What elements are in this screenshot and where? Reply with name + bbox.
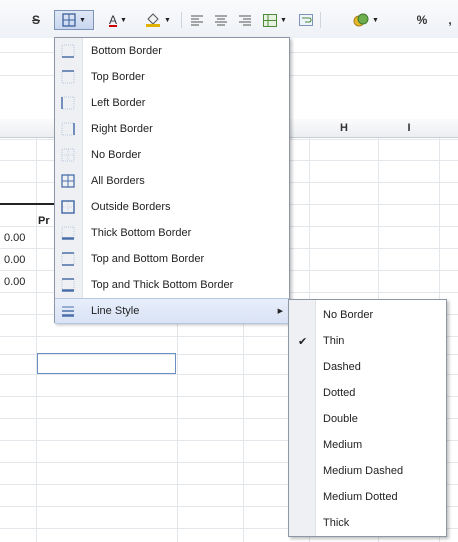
column-label: I (407, 122, 411, 134)
borders-menu: Bottom Border Top Border Left Border Rig… (54, 37, 290, 324)
thick-bottom-border-icon (61, 226, 75, 240)
column-header-h[interactable]: H (310, 119, 378, 138)
menu-item-label: Medium Dotted (323, 491, 398, 503)
line-style-thin[interactable]: ✔ Thin (289, 328, 446, 354)
no-border-icon (61, 148, 75, 162)
comma-label: , (448, 13, 452, 27)
menu-item-thick-bottom-border[interactable]: Thick Bottom Border (55, 220, 289, 246)
menu-item-line-style[interactable]: Line Style ▶ (55, 298, 289, 324)
fill-color-button[interactable]: ▼ (140, 10, 176, 30)
all-borders-icon (62, 13, 76, 27)
menu-item-label: Line Style (91, 305, 140, 317)
selected-cell[interactable] (37, 353, 176, 374)
column-label: H (340, 122, 348, 134)
chevron-down-icon: ▼ (120, 16, 127, 24)
menu-item-label: Right Border (91, 123, 153, 135)
align-center-button[interactable] (213, 10, 229, 30)
chevron-down-icon: ▼ (79, 16, 86, 24)
cell-value[interactable]: 0.00 (4, 254, 25, 266)
align-left-icon (191, 15, 203, 25)
menu-item-label: No Border (323, 309, 374, 321)
top-thick-bottom-border-icon (61, 278, 75, 292)
chevron-down-icon: ▼ (164, 16, 171, 24)
font-color-button[interactable]: A ▼ (101, 10, 135, 30)
align-right-icon (239, 15, 251, 25)
chevron-down-icon: ▼ (372, 16, 379, 24)
top-bottom-border-icon (61, 252, 75, 266)
outside-borders-icon (61, 200, 75, 214)
strikethrough-icon: S (31, 13, 40, 27)
menu-item-label: Double (323, 413, 358, 425)
menu-item-label: Left Border (91, 97, 146, 109)
column-header-i[interactable]: I (379, 119, 439, 138)
toolbar-divider (181, 12, 182, 28)
cell-value[interactable]: 0.00 (4, 276, 25, 288)
currency-format-button[interactable]: ▼ (348, 10, 384, 30)
all-borders-icon (61, 174, 75, 188)
comma-format-button[interactable]: , (445, 10, 455, 30)
menu-item-label: Medium Dashed (323, 465, 404, 477)
line-style-no-border[interactable]: No Border (289, 302, 446, 328)
menu-item-all-borders[interactable]: All Borders (55, 168, 289, 194)
top-border-icon (61, 70, 75, 84)
menu-item-label: Bottom Border (91, 45, 162, 57)
menu-item-no-border[interactable]: No Border (55, 142, 289, 168)
chevron-down-icon: ▼ (280, 16, 287, 24)
line-style-medium-dashed[interactable]: Medium Dashed (289, 458, 446, 484)
menu-item-label: Dashed (323, 361, 361, 373)
menu-item-label: All Borders (91, 175, 145, 187)
percent-label: % (416, 13, 428, 27)
wrap-text-icon (299, 14, 313, 26)
menu-item-label: Top and Bottom Border (91, 253, 205, 265)
menu-item-label: Outside Borders (91, 201, 171, 213)
grid-line (36, 138, 37, 542)
menu-item-top-thick-bottom-border[interactable]: Top and Thick Bottom Border (55, 272, 289, 298)
menu-item-label: Thick (323, 517, 350, 529)
align-center-icon (215, 15, 227, 25)
merge-cells-icon (263, 13, 278, 27)
menu-item-right-border[interactable]: Right Border (55, 116, 289, 142)
menu-item-label: No Border (91, 149, 142, 161)
menu-item-top-bottom-border[interactable]: Top and Bottom Border (55, 246, 289, 272)
line-style-submenu: No Border ✔ Thin Dashed Dotted Double Me… (288, 299, 447, 537)
cell-header-text[interactable]: Pr (38, 215, 50, 227)
line-style-icon (62, 306, 74, 317)
strikethrough-button[interactable]: S (28, 10, 44, 30)
wrap-text-button[interactable] (297, 10, 315, 30)
left-border-icon (61, 96, 75, 110)
menu-item-label: Top and Thick Bottom Border (91, 279, 234, 291)
font-color-icon: A (109, 13, 118, 27)
currency-icon (353, 13, 369, 27)
toolbar-divider (320, 12, 321, 28)
line-style-double[interactable]: Double (289, 406, 446, 432)
percent-format-button[interactable]: % (414, 10, 430, 30)
checkmark-icon: ✔ (298, 335, 308, 348)
menu-item-label: Medium (323, 439, 363, 451)
fill-color-icon (146, 13, 161, 27)
line-style-thick[interactable]: Thick (289, 510, 446, 536)
submenu-arrow-icon: ▶ (277, 308, 283, 315)
menu-item-bottom-border[interactable]: Bottom Border (55, 38, 289, 64)
menu-item-label: Top Border (91, 71, 145, 83)
cell-value[interactable]: 0.00 (4, 232, 25, 244)
borders-button[interactable]: ▼ (54, 10, 94, 30)
line-style-dashed[interactable]: Dashed (289, 354, 446, 380)
menu-item-left-border[interactable]: Left Border (55, 90, 289, 116)
menu-item-top-border[interactable]: Top Border (55, 64, 289, 90)
line-style-medium[interactable]: Medium (289, 432, 446, 458)
bottom-border-icon (61, 44, 75, 58)
menu-item-label: Dotted (323, 387, 356, 399)
align-left-button[interactable] (189, 10, 205, 30)
line-style-medium-dotted[interactable]: Medium Dotted (289, 484, 446, 510)
menu-item-label: Thick Bottom Border (91, 227, 192, 239)
align-right-button[interactable] (237, 10, 253, 30)
right-border-icon (61, 122, 75, 136)
formatting-toolbar: S ▼ A ▼ ▼ ▼ ▼ % , (0, 0, 458, 39)
menu-item-outside-borders[interactable]: Outside Borders (55, 194, 289, 220)
menu-item-label: Thin (323, 335, 345, 347)
cell-border-line (0, 203, 55, 205)
line-style-dotted[interactable]: Dotted (289, 380, 446, 406)
merge-cells-button[interactable]: ▼ (259, 10, 291, 30)
